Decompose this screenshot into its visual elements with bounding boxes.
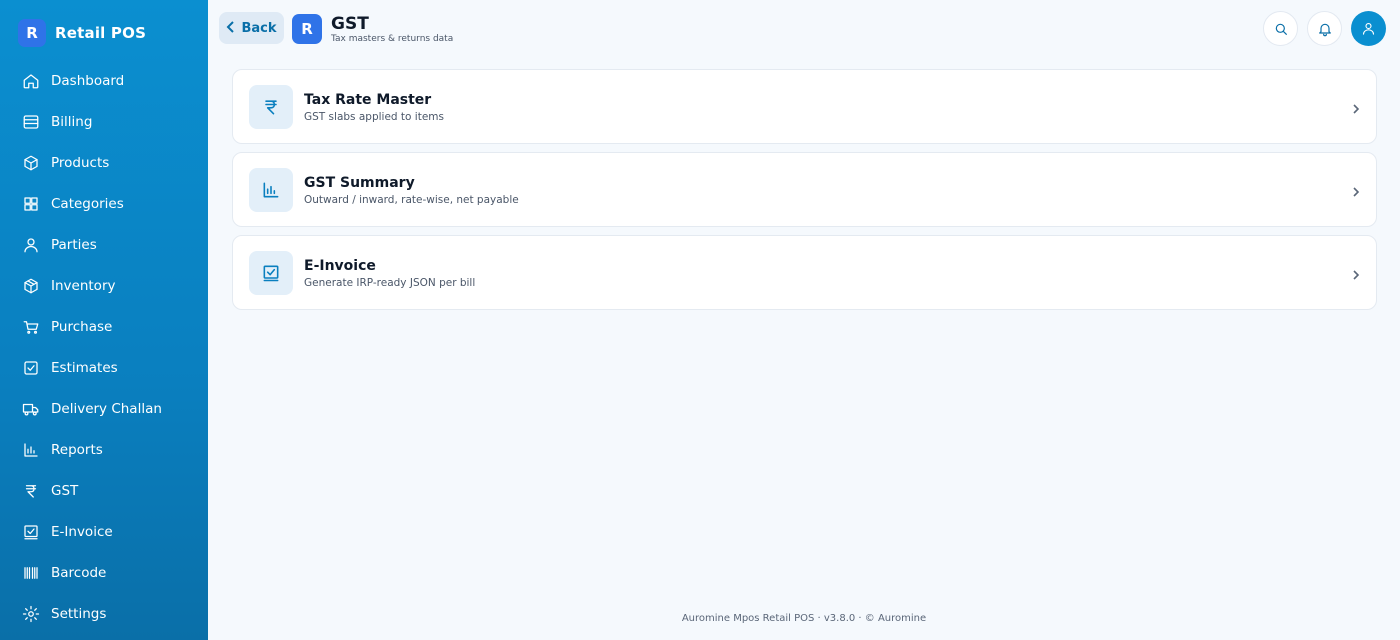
- sidebar-item-label: Products: [51, 154, 110, 171]
- sidebar-item-reports[interactable]: Reports: [0, 429, 208, 470]
- footer: Auromine Mpos Retail POS · v3.8.0 · © Au…: [681, 613, 927, 624]
- page-header: Back R GST Tax masters & returns data: [208, 0, 1400, 58]
- grid-icon: [21, 194, 41, 214]
- chevron-right-icon: [1352, 183, 1360, 197]
- sidebar-item-label: E-Invoice: [51, 523, 113, 540]
- barcode-icon: [21, 563, 41, 583]
- sidebar-item-settings[interactable]: Settings: [0, 593, 208, 634]
- box-icon: [21, 153, 41, 173]
- e-invoice-card[interactable]: E-Invoice Generate IRP-ready JSON per bi…: [232, 235, 1377, 310]
- sidebar-item-label: Billing: [51, 113, 93, 130]
- rupee-icon: [21, 481, 41, 501]
- sidebar: R Retail POS Dashboard Billing Products …: [0, 0, 208, 640]
- gear-icon: [21, 604, 41, 624]
- sidebar-item-billing[interactable]: Billing: [0, 101, 208, 142]
- chevron-right-icon: [1352, 100, 1360, 114]
- sidebar-item-categories[interactable]: Categories: [0, 183, 208, 224]
- sidebar-item-label: Barcode: [51, 564, 107, 581]
- page-subtitle: Tax masters & returns data: [331, 34, 454, 44]
- invoice-check-icon: [21, 522, 41, 542]
- brand[interactable]: R Retail POS: [18, 19, 146, 47]
- card-description: Generate IRP-ready JSON per bill: [304, 277, 476, 289]
- cart-icon: [21, 317, 41, 337]
- rupee-icon: [249, 85, 293, 129]
- invoice-check-icon: [249, 251, 293, 295]
- sidebar-item-parties[interactable]: Parties: [0, 224, 208, 265]
- sidebar-item-delivery-challan[interactable]: Delivery Challan: [0, 388, 208, 429]
- gst-summary-card[interactable]: GST Summary Outward / inward, rate-wise,…: [232, 152, 1377, 227]
- notifications-button[interactable]: [1307, 11, 1342, 46]
- user-icon: [1362, 22, 1375, 35]
- sidebar-item-products[interactable]: Products: [0, 142, 208, 183]
- sidebar-item-label: Delivery Challan: [51, 400, 162, 417]
- card-title: GST Summary: [304, 175, 415, 191]
- bar-chart-icon: [249, 168, 293, 212]
- sidebar-item-label: Purchase: [51, 318, 113, 335]
- sidebar-item-label: Parties: [51, 236, 97, 253]
- back-button[interactable]: Back: [219, 12, 284, 44]
- brand-logo: R: [18, 19, 46, 47]
- sidebar-item-barcode[interactable]: Barcode: [0, 552, 208, 593]
- sidebar-item-label: Reports: [51, 441, 103, 458]
- card-title: Tax Rate Master: [304, 92, 432, 108]
- home-icon: [21, 71, 41, 91]
- sidebar-item-estimates[interactable]: Estimates: [0, 347, 208, 388]
- chevron-left-icon: [227, 20, 235, 33]
- tax-rate-master-card[interactable]: Tax Rate Master GST slabs applied to ite…: [232, 69, 1377, 144]
- search-icon: [1275, 23, 1287, 35]
- back-label: Back: [241, 20, 277, 36]
- user-avatar-button[interactable]: [1351, 11, 1386, 46]
- sidebar-item-label: Inventory: [51, 277, 116, 294]
- card-description: GST slabs applied to items: [304, 111, 444, 123]
- package-icon: [21, 276, 41, 296]
- truck-icon: [21, 399, 41, 419]
- brand-name: Retail POS: [55, 24, 147, 42]
- sidebar-item-gst[interactable]: GST: [0, 470, 208, 511]
- billing-icon: [21, 112, 41, 132]
- gst-options-list: Tax Rate Master GST slabs applied to ite…: [232, 69, 1377, 318]
- page-title: GST: [331, 14, 369, 34]
- sidebar-nav: Dashboard Billing Products Categories Pa…: [0, 60, 208, 634]
- sidebar-item-label: Settings: [51, 605, 107, 622]
- sidebar-item-dashboard[interactable]: Dashboard: [0, 60, 208, 101]
- bar-chart-icon: [21, 440, 41, 460]
- card-title: E-Invoice: [304, 258, 376, 274]
- chevron-right-icon: [1352, 266, 1360, 280]
- sidebar-item-e-invoice[interactable]: E-Invoice: [0, 511, 208, 552]
- search-button[interactable]: [1263, 11, 1298, 46]
- card-description: Outward / inward, rate-wise, net payable: [304, 194, 519, 206]
- sidebar-item-label: Dashboard: [51, 72, 125, 89]
- sidebar-item-inventory[interactable]: Inventory: [0, 265, 208, 306]
- header-logo: R: [292, 14, 322, 44]
- sidebar-item-label: Estimates: [51, 359, 118, 376]
- sidebar-item-label: Categories: [51, 195, 124, 212]
- sidebar-item-purchase[interactable]: Purchase: [0, 306, 208, 347]
- bell-icon: [1318, 23, 1331, 36]
- user-icon: [21, 235, 41, 255]
- checkbox-icon: [21, 358, 41, 378]
- sidebar-item-label: GST: [51, 482, 79, 499]
